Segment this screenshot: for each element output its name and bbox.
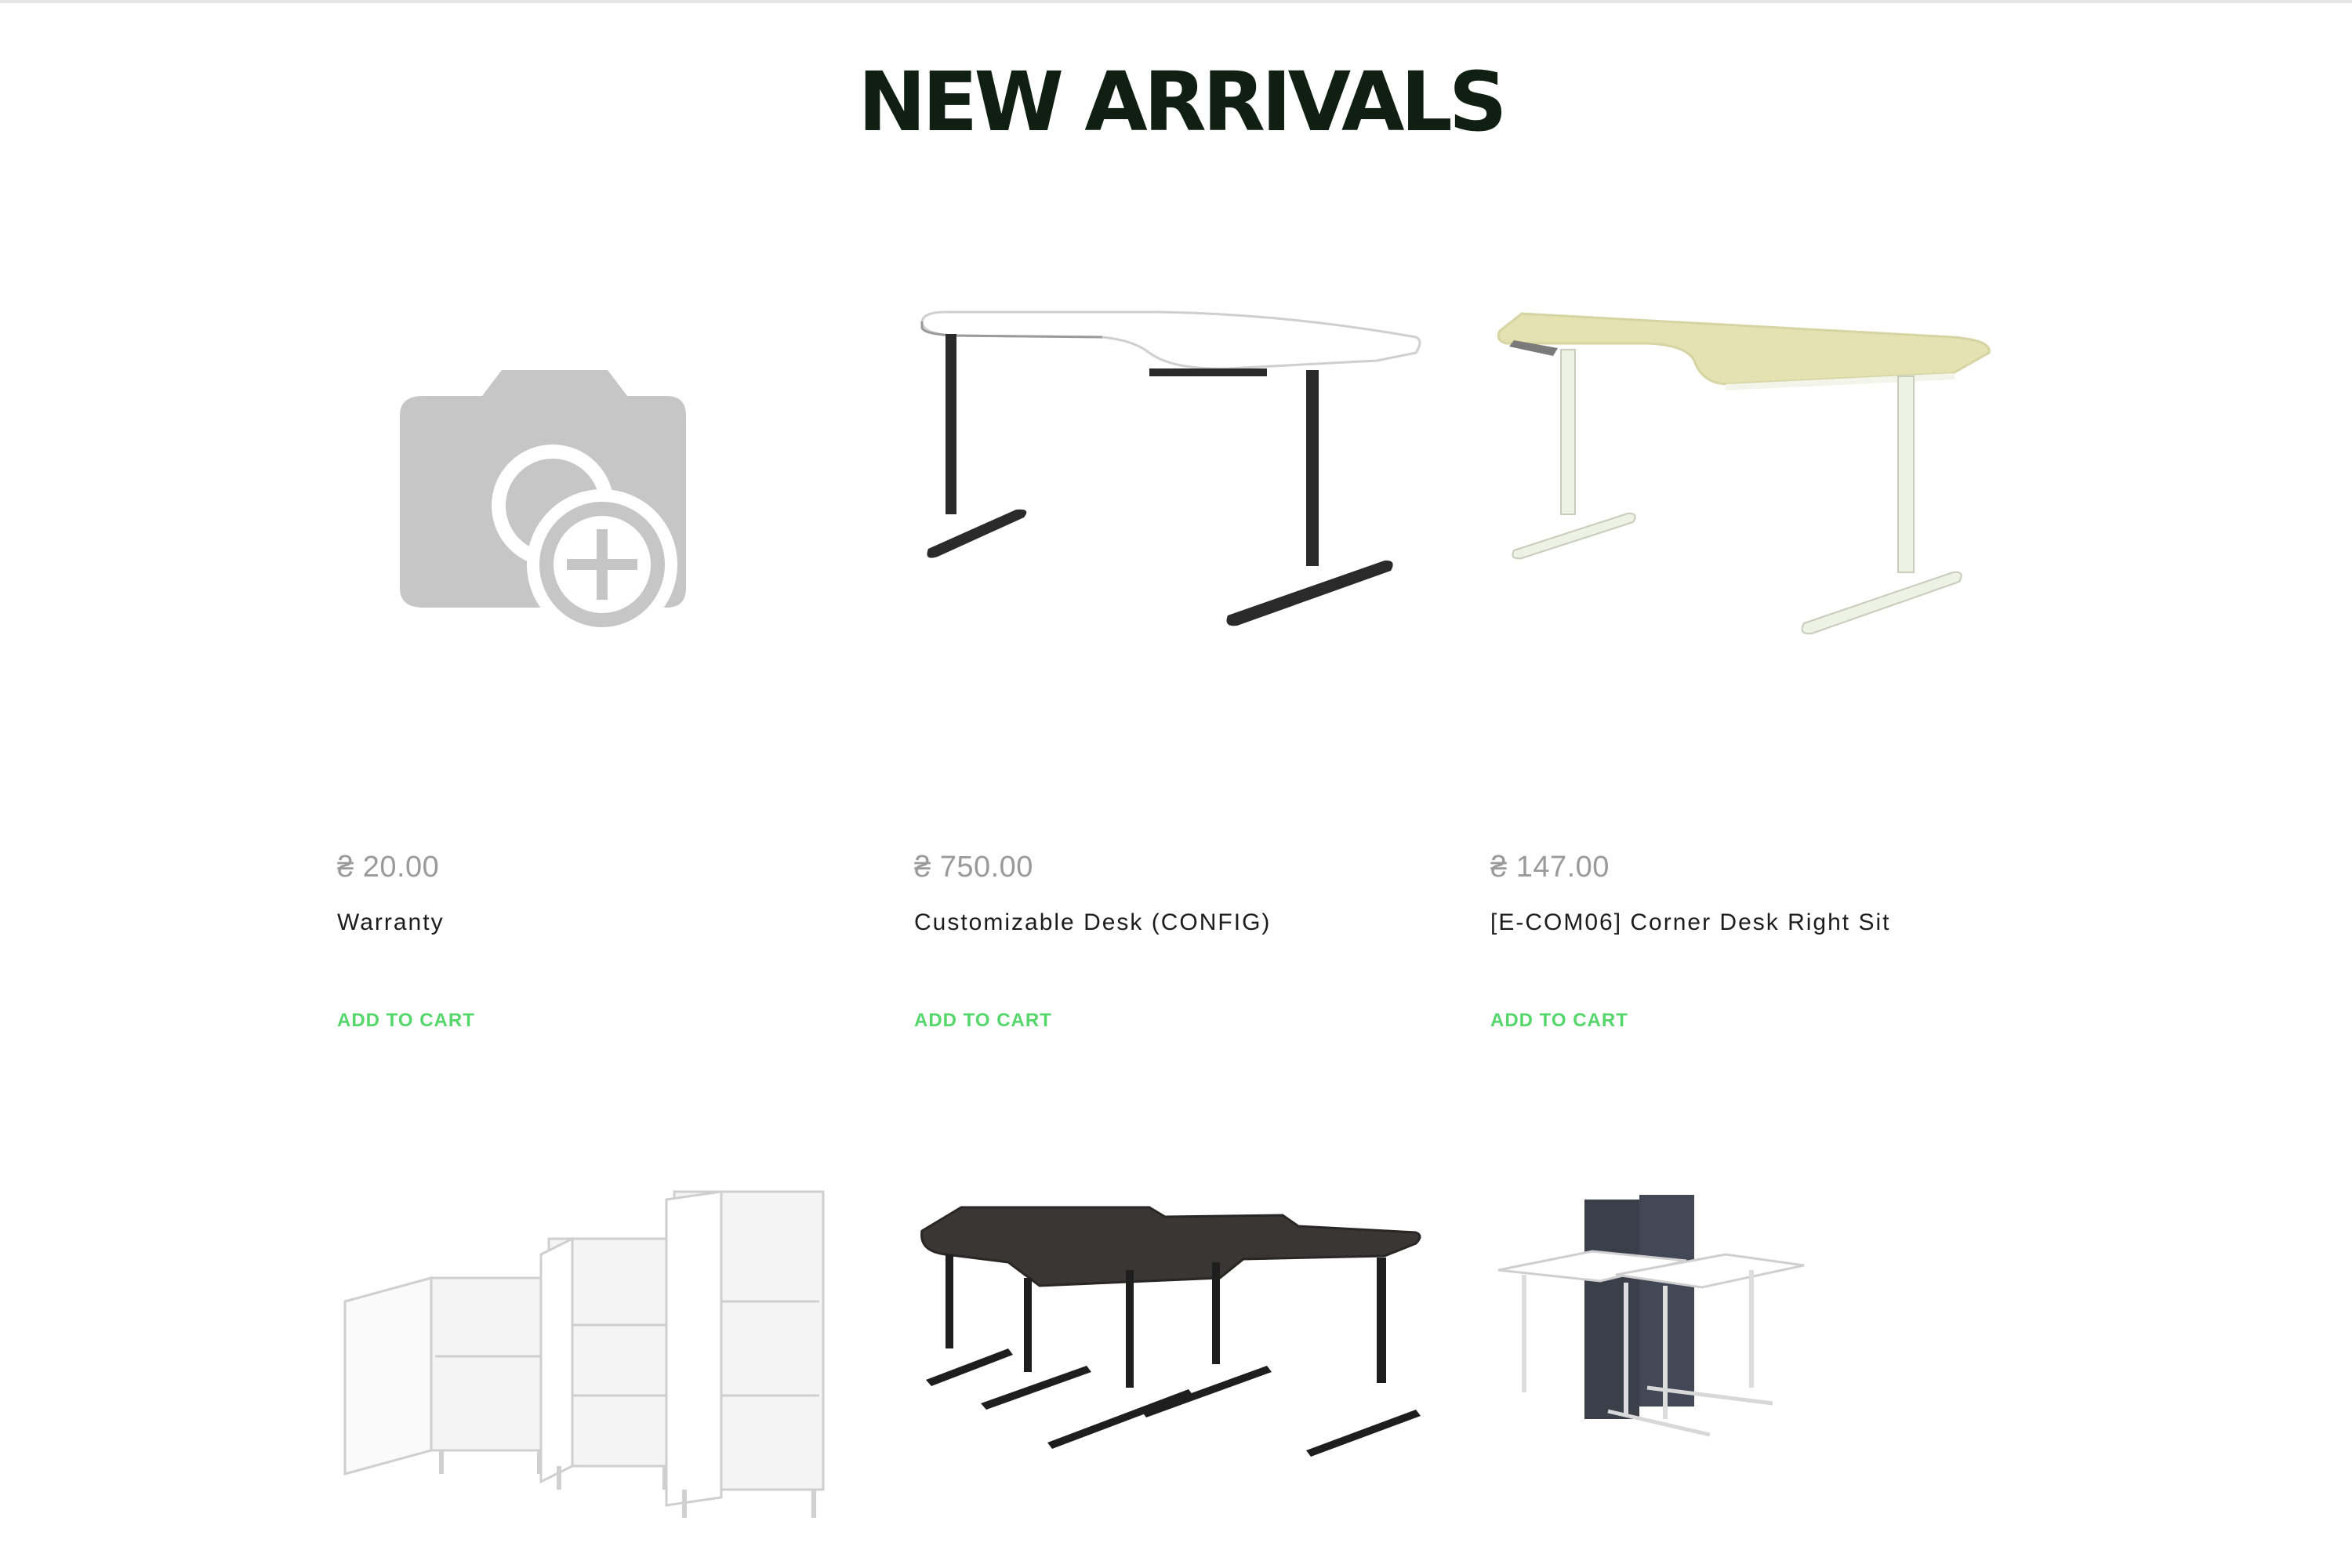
desks-with-screen-image	[1497, 1195, 1805, 1437]
product-name[interactable]: Customizable Desk (CONFIG)	[914, 909, 1271, 936]
add-to-cart-button[interactable]: ADD TO CART	[1490, 1010, 1628, 1032]
product-name[interactable]: [E-COM06] Corner Desk Right Sit	[1490, 909, 1890, 936]
product-price: ₴ 147.00	[1490, 851, 1610, 884]
product-image[interactable]	[337, 1184, 855, 1568]
product-price: ₴ 750.00	[914, 851, 1033, 884]
product-image[interactable]	[337, 259, 855, 808]
product-name[interactable]: Warranty	[337, 909, 445, 936]
storage-cabinets-image	[343, 1190, 825, 1518]
dual-desk-image	[920, 1206, 1421, 1457]
product-price: ₴ 20.00	[337, 851, 440, 884]
section-title: NEW ARRIVALS	[858, 54, 1507, 150]
product-image[interactable]	[1490, 259, 2008, 808]
product-image[interactable]	[1490, 1184, 2008, 1568]
product-image[interactable]	[914, 1184, 1432, 1568]
add-to-cart-button[interactable]: ADD TO CART	[914, 1010, 1052, 1032]
corner-desk-image	[920, 310, 1421, 626]
placeholder-camera-icon	[400, 370, 686, 640]
product-image[interactable]	[914, 259, 1432, 808]
new-arrivals-section: NEW ARRIVALS ₴ 20.00 Warranty ADD TO CAR…	[0, 0, 2352, 1568]
add-to-cart-button[interactable]: ADD TO CART	[337, 1010, 475, 1032]
corner-desk-image	[1497, 312, 1991, 635]
